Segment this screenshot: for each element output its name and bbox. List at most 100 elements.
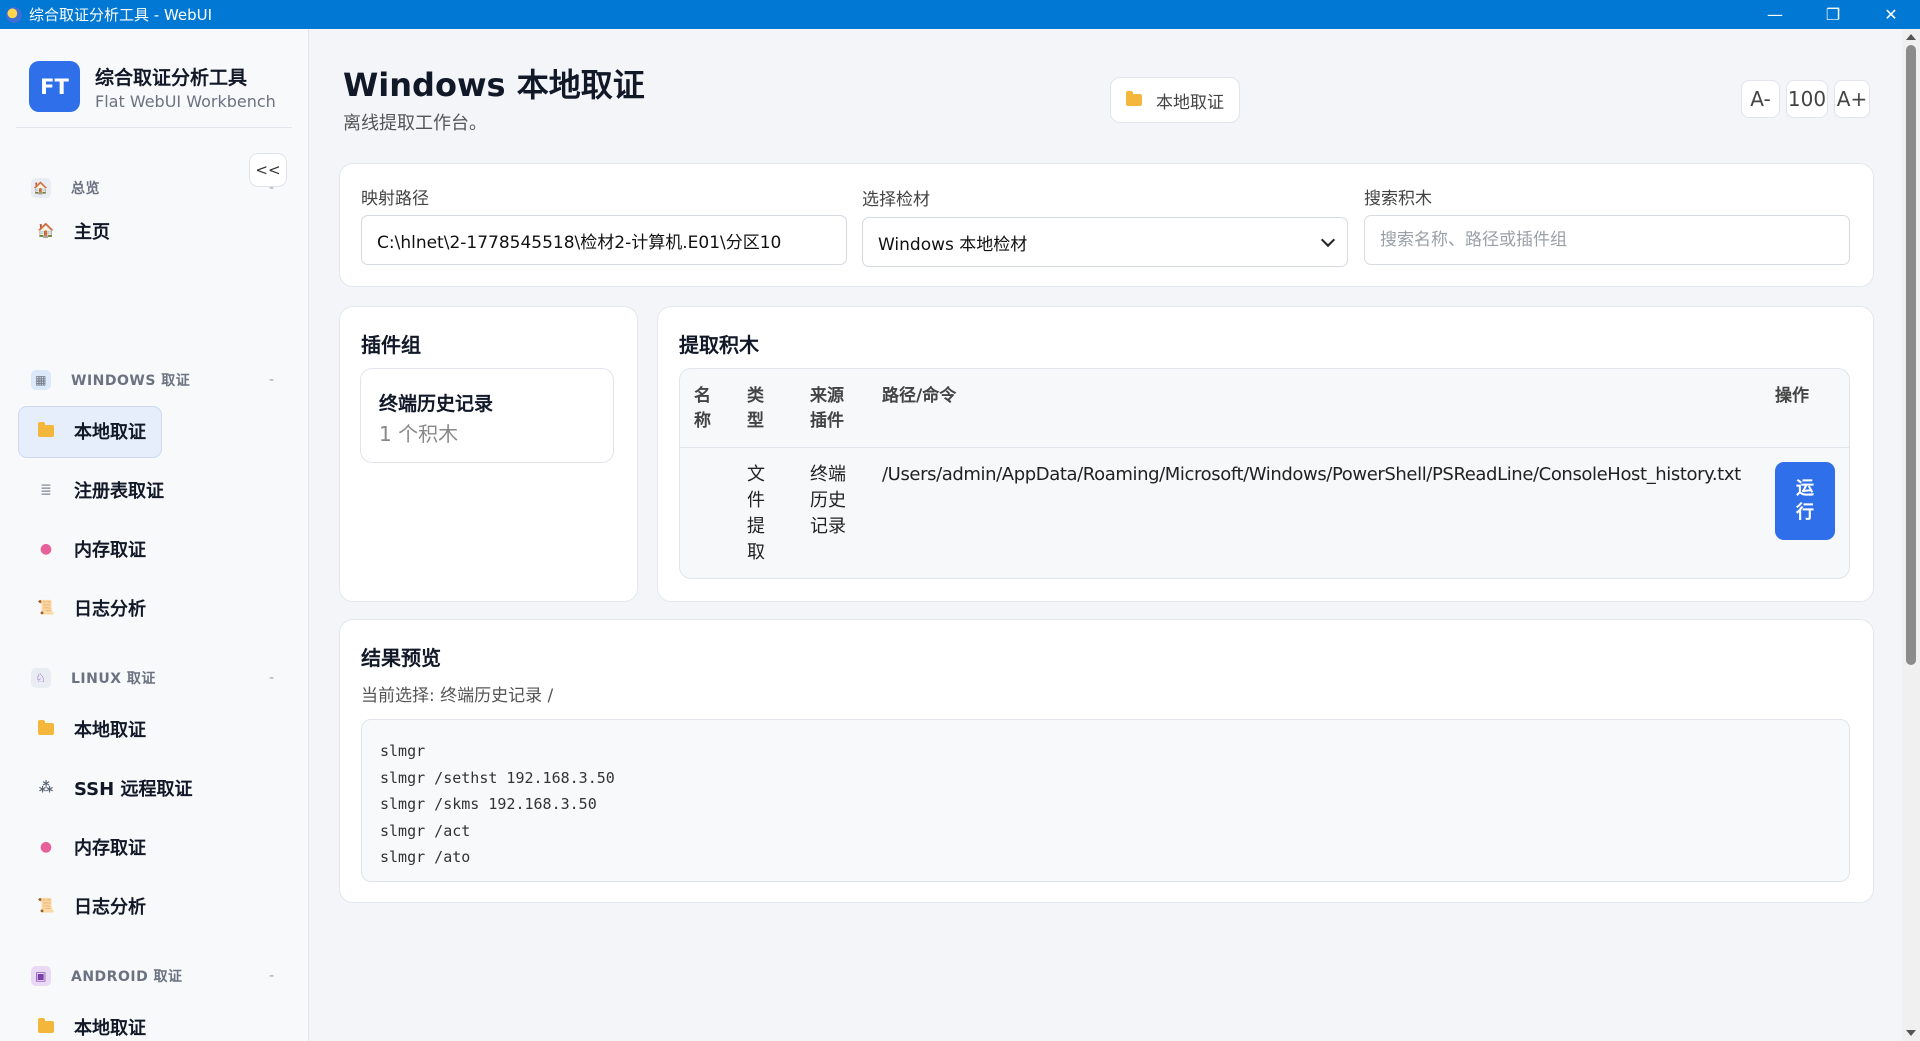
sidebar-item-label: 日志分析 <box>74 599 146 620</box>
sidebar-item-windows-logs[interactable]: 📜 日志分析 <box>0 584 308 632</box>
log-icon: 📜 <box>37 898 55 914</box>
maximize-button[interactable]: ❐ <box>1804 0 1862 29</box>
scroll-down-icon[interactable] <box>1906 1030 1916 1036</box>
sidebar-item-label: 内存取证 <box>74 838 146 859</box>
sidebar-item-linux-logs[interactable]: 📜 日志分析 <box>0 882 308 930</box>
sidebar-section-label: 总览 <box>71 181 100 197</box>
network-icon: ⁂ <box>38 780 54 796</box>
sidebar-item-label: 本地取证 <box>74 1018 146 1039</box>
close-button[interactable]: ✕ <box>1862 0 1920 29</box>
sidebar-section-label: WINDOWS 取证 <box>71 373 191 389</box>
zoom-level: 100 <box>1786 80 1828 118</box>
result-line: slmgr <box>380 742 426 760</box>
sidebar-item-windows-registry[interactable]: ≣ 注册表取证 <box>0 466 308 514</box>
blocks-table: 名 称 类 型 来源 插件 路径/命令 操作 文 件 提 取 终端 历史 记录 … <box>679 368 1850 579</box>
breadcrumb[interactable]: 本地取证 <box>1110 77 1240 123</box>
sidebar: FT 综合取证分析工具 Flat WebUI Workbench << 🏠 总览… <box>0 29 309 1041</box>
sidebar-item-linux-ssh[interactable]: ⁂ SSH 远程取证 <box>0 764 308 812</box>
sidebar-item-label: 本地取证 <box>74 422 146 443</box>
brand: FT 综合取证分析工具 Flat WebUI Workbench <box>29 61 276 112</box>
sidebar-item-label: 主页 <box>74 222 110 243</box>
blocks-title: 提取积木 <box>679 333 759 357</box>
row-source: 终端 历史 记录 <box>810 464 846 537</box>
brand-subtitle: Flat WebUI Workbench <box>95 91 276 111</box>
log-icon: 📜 <box>37 600 55 616</box>
current-selection: 当前选择: 终端历史记录 / <box>361 686 554 706</box>
sidebar-section-overview[interactable]: 🏠 总览 - <box>0 173 308 203</box>
brand-divider <box>16 127 292 128</box>
sidebar-item-windows-memory[interactable]: ● 内存取证 <box>0 525 308 573</box>
column-header-type: 类 型 <box>747 386 764 431</box>
material-select[interactable]: Windows 本地检材 <box>862 217 1348 267</box>
sidebar-item-linux-local[interactable]: 本地取证 <box>0 705 308 753</box>
home-icon: 🏠 <box>31 178 51 198</box>
search-label: 搜索积木 <box>1364 189 1432 209</box>
result-line: slmgr /sethst 192.168.3.50 <box>380 768 615 787</box>
app-icon <box>6 6 22 23</box>
column-header-source: 来源 插件 <box>810 386 844 431</box>
results-title: 结果预览 <box>361 646 441 670</box>
folder-icon <box>36 719 56 739</box>
result-line: slmgr /act <box>380 821 471 840</box>
search-input[interactable] <box>1364 215 1850 265</box>
zoom-out-button[interactable]: A- <box>1741 80 1780 118</box>
scrollbar-thumb[interactable] <box>1906 45 1916 665</box>
material-select-value: Windows 本地检材 <box>878 234 1028 255</box>
minimize-button[interactable]: — <box>1746 0 1804 29</box>
result-line: slmgr /ato <box>380 848 471 866</box>
folder-icon <box>36 421 56 441</box>
windows-icon: ▦ <box>31 370 51 390</box>
android-icon: ▣ <box>31 966 51 986</box>
memory-icon: ● <box>39 541 53 557</box>
sidebar-item-windows-local[interactable]: 本地取证 <box>0 406 308 458</box>
sidebar-item-label: 日志分析 <box>74 897 146 918</box>
result-preview: slmgr slmgr /sethst 192.168.3.50 slmgr /… <box>361 719 1850 882</box>
brand-text: 综合取证分析工具 Flat WebUI Workbench <box>95 63 276 111</box>
row-type: 文 件 提 取 <box>747 464 765 563</box>
plugin-group-title: 插件组 <box>361 333 421 357</box>
window-title: 综合取证分析工具 - WebUI <box>29 6 213 24</box>
sidebar-section-label: ANDROID 取证 <box>71 969 183 985</box>
brand-title: 综合取证分析工具 <box>95 66 248 89</box>
registry-icon: ≣ <box>40 482 52 498</box>
row-path: /Users/admin/AppData/Roaming/Microsoft/W… <box>882 464 1741 485</box>
page-subtitle: 离线提取工作台。 <box>343 113 487 134</box>
column-header-path: 路径/命令 <box>882 386 957 406</box>
column-header-action: 操作 <box>1775 386 1809 406</box>
linux-icon: ♘ <box>31 668 51 688</box>
column-header-name: 名 称 <box>694 386 711 431</box>
sidebar-item-android-local[interactable]: 本地取证 <box>0 1003 308 1041</box>
sidebar-section-linux[interactable]: ♘ LINUX 取证 - <box>0 663 308 693</box>
sidebar-section-label: LINUX 取证 <box>71 671 156 687</box>
sidebar-item-label: 本地取证 <box>74 720 146 741</box>
path-label: 映射路径 <box>361 189 429 209</box>
section-collapse-icon: - <box>269 180 275 196</box>
plugin-group-name: 终端历史记录 <box>379 393 494 415</box>
chevron-down-icon <box>1320 232 1336 248</box>
section-collapse-icon: - <box>269 968 275 984</box>
table-header-divider <box>680 447 1849 448</box>
brand-logo: FT <box>29 61 80 112</box>
folder-icon <box>1126 91 1142 106</box>
page-title: Windows 本地取证 <box>343 66 645 104</box>
material-label: 选择检材 <box>862 190 930 210</box>
home-icon: 🏠 <box>37 223 55 239</box>
sidebar-item-home[interactable]: 🏠 主页 <box>0 207 308 255</box>
memory-icon: ● <box>39 839 53 855</box>
breadcrumb-label: 本地取证 <box>1156 92 1224 113</box>
folder-icon <box>36 1017 56 1037</box>
plugin-group-item[interactable]: 终端历史记录 1 个积木 <box>360 368 614 463</box>
sidebar-section-android[interactable]: ▣ ANDROID 取证 - <box>0 961 308 991</box>
section-collapse-icon: - <box>269 372 275 388</box>
window-controls: — ❐ ✕ <box>1746 0 1920 29</box>
zoom-in-button[interactable]: A+ <box>1834 80 1870 118</box>
sidebar-item-label: SSH 远程取证 <box>74 779 193 800</box>
sidebar-section-windows[interactable]: ▦ WINDOWS 取证 - <box>0 365 308 395</box>
scroll-up-icon[interactable] <box>1906 34 1916 40</box>
path-input[interactable]: C:\hlnet\2-1778545518\检材2-计算机.E01\分区10 <box>361 215 847 265</box>
sidebar-item-label: 内存取证 <box>74 540 146 561</box>
sidebar-item-label: 注册表取证 <box>74 481 164 502</box>
sidebar-item-linux-memory[interactable]: ● 内存取证 <box>0 823 308 871</box>
run-button[interactable]: 运 行 <box>1775 462 1835 540</box>
section-collapse-icon: - <box>269 670 275 686</box>
